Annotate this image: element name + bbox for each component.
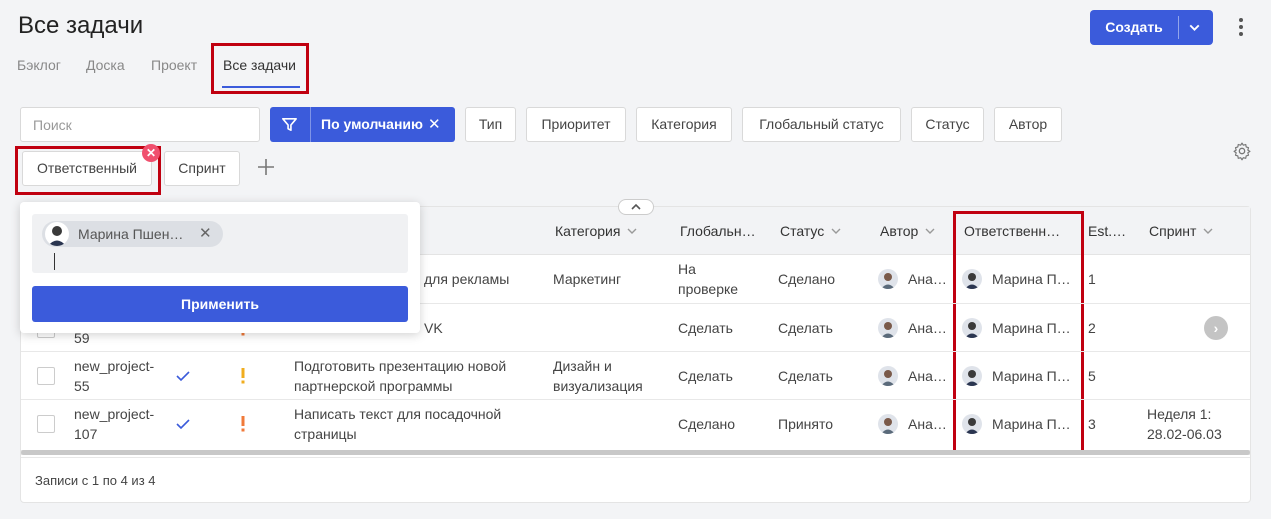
task-id[interactable]: new_project-107 (74, 404, 166, 444)
task-assignee: Марина П… (992, 320, 1071, 336)
add-filter-icon[interactable] (256, 157, 276, 177)
author-avatar (878, 366, 898, 386)
priority-high-icon (241, 368, 245, 384)
more-menu-icon[interactable] (1234, 16, 1248, 38)
preset-filter-divider (310, 107, 311, 142)
preset-filter-label: По умолчанию (321, 116, 423, 132)
task-author: Ана… (908, 368, 947, 384)
task-author: Ана… (908, 416, 947, 432)
filter-chip-sprint[interactable]: Спринт (164, 151, 240, 186)
selected-assignee-name: Марина Пшен… (78, 226, 184, 242)
gear-icon[interactable] (1232, 141, 1252, 161)
scroll-right-button[interactable]: › (1204, 316, 1228, 340)
task-estimate: 2 (1088, 320, 1096, 336)
author-avatar (878, 269, 898, 289)
task-status: Принято (778, 416, 834, 432)
filter-icon (282, 117, 297, 132)
assignee-avatar (962, 318, 982, 338)
task-sprint: Неделя 1: 28.02-06.03 (1147, 406, 1222, 442)
col-header-estimate[interactable]: Est.… (1088, 223, 1126, 239)
records-count: Записи с 1 по 4 из 4 (35, 473, 156, 488)
assignee-avatar (962, 414, 982, 434)
text-caret (54, 253, 55, 270)
tab-highlight-box (211, 43, 309, 94)
priority-medium-icon (241, 416, 245, 432)
task-author: Ана… (908, 271, 947, 287)
create-button-divider (1178, 16, 1179, 39)
task-assignee: Марина П… (992, 416, 1071, 432)
row-checkbox[interactable] (37, 415, 55, 433)
task-estimate: 1 (1088, 271, 1096, 287)
chevron-up-icon (631, 203, 641, 210)
assignee-avatar (962, 269, 982, 289)
remove-tag-icon[interactable]: ✕ (199, 221, 212, 247)
assignee-highlight-box (15, 146, 161, 195)
apply-button[interactable]: Применить (32, 286, 408, 322)
task-author: Ана… (908, 320, 947, 336)
remove-filter-icon[interactable]: ✕ (142, 144, 160, 162)
sort-chevron-icon (925, 228, 935, 235)
tab-project[interactable]: Проект (151, 57, 197, 73)
sort-chevron-icon (831, 228, 841, 235)
selected-assignee-tag: Марина Пшен… ✕ (42, 221, 223, 247)
filter-chip-priority[interactable]: Приоритет (526, 107, 626, 142)
row-divider (21, 399, 1250, 400)
assignee-avatar (962, 366, 982, 386)
checkmark-icon (176, 419, 190, 430)
task-status: Сделано (778, 271, 836, 287)
task-title[interactable]: VK (424, 318, 443, 338)
col-header-sprint[interactable]: Спринт (1149, 223, 1214, 239)
task-status: Сделать (778, 320, 833, 336)
task-estimate: 3 (1088, 416, 1096, 432)
sort-chevron-icon (627, 228, 637, 235)
filter-chip-global-status[interactable]: Глобальный статус (742, 107, 901, 142)
tab-board[interactable]: Доска (86, 57, 125, 73)
task-status: Сделать (778, 368, 833, 384)
col-header-author[interactable]: Автор (880, 223, 936, 239)
task-title[interactable]: Написать текст для посадочной страницы (294, 404, 534, 444)
task-global-status: Сделано (678, 416, 736, 432)
sort-chevron-icon (1203, 228, 1213, 235)
task-title[interactable]: для рекламы (424, 269, 509, 289)
task-estimate: 5 (1088, 368, 1096, 384)
clear-preset-icon[interactable]: ✕ (428, 107, 441, 142)
author-avatar (878, 414, 898, 434)
task-assignee: Марина П… (992, 368, 1071, 384)
row-divider (21, 351, 1250, 352)
task-category: Маркетинг (553, 271, 622, 287)
author-avatar (878, 318, 898, 338)
collapse-toggle[interactable] (618, 199, 654, 215)
task-global-status: На проверке (678, 261, 739, 297)
page-title: Все задачи (18, 12, 144, 39)
filter-chip-status[interactable]: Статус (911, 107, 984, 142)
chevron-down-icon[interactable] (1186, 19, 1203, 36)
task-title[interactable]: Подготовить презентацию новой партнерско… (294, 356, 534, 396)
filter-chip-author[interactable]: Автор (994, 107, 1062, 142)
task-global-status: Сделать (678, 368, 733, 384)
task-id[interactable]: new_project-55 (74, 356, 166, 396)
checkmark-icon (176, 371, 190, 382)
filter-chip-type[interactable]: Тип (465, 107, 516, 142)
preset-filter-button[interactable]: По умолчанию ✕ (270, 107, 455, 142)
search-input[interactable] (20, 107, 260, 142)
row-checkbox[interactable] (37, 367, 55, 385)
task-category: Дизайн и визуализация (553, 358, 643, 394)
task-global-status: Сделать (678, 320, 733, 336)
assignee-filter-popup: Марина Пшен… ✕ Применить (20, 202, 420, 333)
task-assignee: Марина П… (992, 271, 1071, 287)
assignee-avatar (45, 222, 69, 246)
footer-divider (21, 457, 1250, 458)
create-button[interactable]: Создать (1090, 10, 1213, 45)
col-header-global-status[interactable]: Глобальн… (680, 223, 756, 239)
create-button-label: Создать (1105, 19, 1163, 35)
tab-backlog[interactable]: Бэклог (17, 57, 61, 73)
col-header-status[interactable]: Статус (780, 223, 842, 239)
filter-chip-category[interactable]: Категория (636, 107, 732, 142)
assignee-select-input[interactable]: Марина Пшен… ✕ (32, 214, 408, 273)
horizontal-scrollbar[interactable] (21, 450, 1250, 455)
col-header-category[interactable]: Категория (555, 223, 638, 239)
